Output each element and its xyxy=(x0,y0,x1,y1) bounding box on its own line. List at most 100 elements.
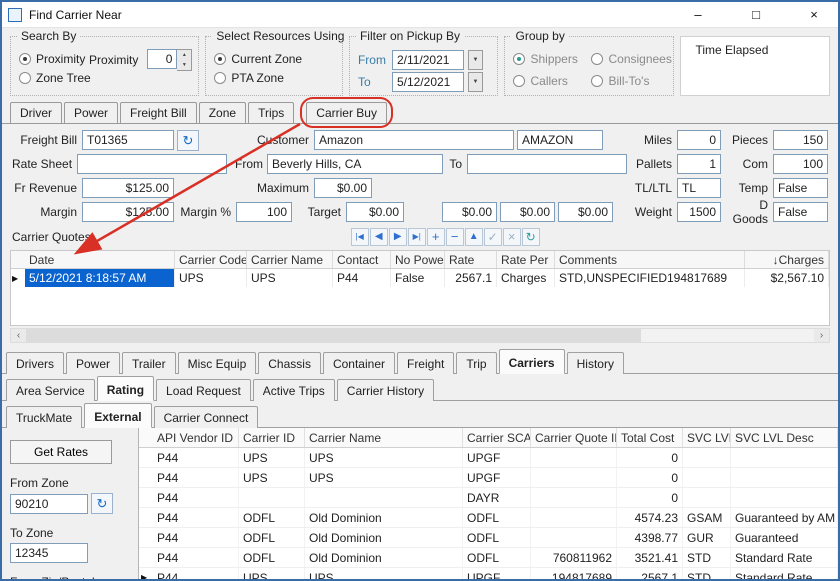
nav-next-icon[interactable]: ▶ xyxy=(389,228,407,246)
nav-refresh-icon[interactable]: ↻ xyxy=(522,228,540,246)
tab-power[interactable]: Power xyxy=(64,102,118,123)
quotes-col-charges[interactable]: ↓Charges xyxy=(745,251,829,268)
rates-row-1[interactable]: P44 UPS UPS UPGF 0 xyxy=(139,448,838,468)
from-input[interactable] xyxy=(267,154,443,174)
rates-row-3[interactable]: P44 DAYR 0 xyxy=(139,488,838,508)
quotes-col-date[interactable]: Date xyxy=(25,251,175,268)
margin-pct-input[interactable] xyxy=(236,202,292,222)
freight-bill-refresh-icon[interactable]: ↻ xyxy=(177,130,199,151)
callers-radio[interactable] xyxy=(513,75,525,87)
bill-tos-radio-row[interactable]: Bill-To's xyxy=(591,71,671,90)
freight-bill-input[interactable] xyxy=(82,130,174,150)
tab-carrier-history[interactable]: Carrier History xyxy=(337,379,434,401)
proximity-spin-up-icon[interactable]: ▲ xyxy=(177,50,191,60)
nav-post-icon[interactable]: ✓ xyxy=(484,228,502,246)
miles-input[interactable] xyxy=(677,130,721,150)
minimize-button[interactable]: – xyxy=(688,7,708,22)
rates-col-carrier-scac[interactable]: Carrier SCAC xyxy=(463,428,531,447)
tab-trips[interactable]: Trips xyxy=(248,102,294,123)
proximity-radio[interactable] xyxy=(19,53,31,65)
rates-col-total-cost[interactable]: Total Cost xyxy=(617,428,683,447)
nav-edit-icon[interactable]: ▲ xyxy=(465,228,483,246)
rates-col-api-vendor-id[interactable]: API Vendor ID xyxy=(153,428,239,447)
quotes-horizontal-scrollbar[interactable]: ‹ › xyxy=(10,328,830,343)
tab-freight[interactable]: Freight xyxy=(397,352,454,374)
rates-col-svc-lvl-desc[interactable]: SVC LVL Desc xyxy=(731,428,838,447)
pallets-input[interactable] xyxy=(677,154,721,174)
scroll-right-icon[interactable]: › xyxy=(814,329,829,342)
tab-drivers[interactable]: Drivers xyxy=(6,352,64,374)
quotes-col-contact[interactable]: Contact xyxy=(333,251,391,268)
zone-tree-radio[interactable] xyxy=(19,72,31,84)
rates-row-7-current[interactable]: ▶ P44 UPS UPS UPGF 194817689 2567.1 STD … xyxy=(139,568,838,581)
proximity-input[interactable] xyxy=(147,49,177,69)
fr-revenue-input[interactable] xyxy=(82,178,174,198)
rates-col-carrier-quote-id[interactable]: Carrier Quote ID xyxy=(531,428,617,447)
quotes-col-comments[interactable]: Comments xyxy=(555,251,745,268)
rates-col-svc-lvl[interactable]: SVC LVL xyxy=(683,428,731,447)
current-zone-radio-row[interactable]: Current Zone xyxy=(214,49,336,68)
quotes-row-selected[interactable]: ▶ 5/12/2021 8:18:57 AM UPS UPS P44 False… xyxy=(11,269,829,287)
customer-code-input[interactable] xyxy=(517,130,603,150)
tl-ltl-input[interactable] xyxy=(677,178,721,198)
rate-sheet-input[interactable] xyxy=(77,154,227,174)
tab-carriers[interactable]: Carriers xyxy=(499,349,565,374)
d-goods-input[interactable] xyxy=(773,202,828,222)
rates-row-2[interactable]: P44 UPS UPS UPGF 0 xyxy=(139,468,838,488)
margin-input[interactable] xyxy=(82,202,174,222)
tab-chassis[interactable]: Chassis xyxy=(258,352,321,374)
scrollbar-thumb[interactable] xyxy=(26,329,641,342)
get-rates-button[interactable]: Get Rates xyxy=(10,440,112,464)
proximity-spin-down-icon[interactable]: ▼ xyxy=(177,60,191,70)
to-zone-input[interactable] xyxy=(10,543,88,563)
quotes-col-rate-per[interactable]: Rate Per xyxy=(497,251,555,268)
pieces-input[interactable] xyxy=(773,130,828,150)
quotes-col-rate[interactable]: Rate xyxy=(445,251,497,268)
tab-misc-equip[interactable]: Misc Equip xyxy=(178,352,257,374)
shippers-radio[interactable] xyxy=(513,53,525,65)
temp-input[interactable] xyxy=(773,178,828,198)
target-input[interactable] xyxy=(346,202,404,222)
com-input[interactable] xyxy=(773,154,828,174)
current-zone-radio[interactable] xyxy=(214,53,226,65)
quotes-col-carrier-name[interactable]: Carrier Name xyxy=(247,251,333,268)
pickup-to-date-input[interactable] xyxy=(392,72,464,92)
scrollbar-track[interactable] xyxy=(26,329,814,342)
rates-row-6[interactable]: P44 ODFL Old Dominion ODFL 760811962 352… xyxy=(139,548,838,568)
scroll-left-icon[interactable]: ‹ xyxy=(11,329,26,342)
nav-last-icon[interactable]: ▶| xyxy=(408,228,426,246)
tab-history[interactable]: History xyxy=(567,352,624,374)
tab-carrier-connect[interactable]: Carrier Connect xyxy=(154,406,259,428)
tab-driver[interactable]: Driver xyxy=(10,102,62,123)
tab-trailer[interactable]: Trailer xyxy=(122,352,176,374)
tab-power-bottom[interactable]: Power xyxy=(66,352,120,374)
target-extra-input-2[interactable] xyxy=(500,202,555,222)
pickup-from-dropdown-icon[interactable]: ▼ xyxy=(468,50,483,70)
nav-cancel-icon[interactable]: × xyxy=(503,228,521,246)
tab-carrier-buy[interactable]: Carrier Buy xyxy=(306,102,387,123)
tab-rating[interactable]: Rating xyxy=(97,376,154,401)
nav-insert-icon[interactable]: + xyxy=(427,228,445,246)
tab-load-request[interactable]: Load Request xyxy=(156,379,251,401)
rates-col-carrier-id[interactable]: Carrier ID xyxy=(239,428,305,447)
rates-row-5[interactable]: P44 ODFL Old Dominion ODFL 4398.77 GUR G… xyxy=(139,528,838,548)
pickup-from-date-input[interactable] xyxy=(392,50,464,70)
shippers-radio-row[interactable]: Shippers xyxy=(513,49,591,68)
callers-radio-row[interactable]: Callers xyxy=(513,71,591,90)
weight-input[interactable] xyxy=(677,202,721,222)
maximize-button[interactable]: □ xyxy=(746,7,766,22)
target-extra-input-3[interactable] xyxy=(558,202,613,222)
pta-zone-radio-row[interactable]: PTA Zone xyxy=(214,68,336,87)
tab-area-service[interactable]: Area Service xyxy=(6,379,95,401)
nav-prior-icon[interactable]: ◀ xyxy=(370,228,388,246)
maximum-input[interactable] xyxy=(314,178,372,198)
from-zone-refresh-icon[interactable]: ↻ xyxy=(91,493,113,514)
target-extra-input-1[interactable] xyxy=(442,202,497,222)
tab-zone[interactable]: Zone xyxy=(199,102,246,123)
rates-col-carrier-name[interactable]: Carrier Name xyxy=(305,428,463,447)
close-button[interactable]: × xyxy=(804,7,824,22)
quotes-col-carrier-code[interactable]: Carrier Code xyxy=(175,251,247,268)
tab-container[interactable]: Container xyxy=(323,352,395,374)
tab-truckmate[interactable]: TruckMate xyxy=(6,406,82,428)
tab-active-trips[interactable]: Active Trips xyxy=(253,379,335,401)
